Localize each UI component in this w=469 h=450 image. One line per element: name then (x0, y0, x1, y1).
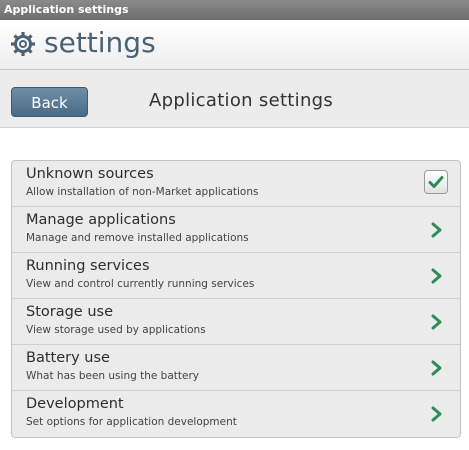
app-header: settings (0, 20, 469, 70)
setting-unknown-sources[interactable]: Unknown sources Allow installation of no… (12, 161, 460, 207)
unknown-sources-checkbox[interactable] (424, 170, 448, 194)
setting-storage-use[interactable]: Storage use View storage used by applica… (12, 299, 460, 345)
chevron-right-icon (431, 268, 442, 284)
setting-label: Running services (26, 258, 150, 274)
chevron-right-icon (431, 360, 442, 376)
checkmark-icon (428, 176, 444, 188)
setting-description: Set options for application development (26, 416, 237, 428)
setting-label: Storage use (26, 304, 114, 320)
setting-label: Manage applications (26, 212, 176, 228)
setting-description: View storage used by applications (26, 324, 206, 336)
setting-description: View and control currently running servi… (26, 278, 255, 290)
setting-description: Manage and remove installed applications (26, 232, 249, 244)
setting-description: Allow installation of non-Market applica… (26, 186, 259, 198)
setting-label: Unknown sources (26, 166, 154, 182)
chevron-right-icon (431, 222, 442, 238)
setting-running-services[interactable]: Running services View and control curren… (12, 253, 460, 299)
window-title: Application settings (0, 0, 469, 20)
back-button[interactable]: Back (11, 87, 88, 117)
setting-battery-use[interactable]: Battery use What has been using the batt… (12, 345, 460, 391)
setting-label: Battery use (26, 350, 110, 366)
gear-icon (11, 32, 35, 56)
app-title: settings (44, 26, 156, 59)
setting-label: Development (26, 396, 124, 412)
page-title: Application settings (149, 90, 334, 111)
setting-development[interactable]: Development Set options for application … (12, 391, 460, 437)
chevron-right-icon (431, 406, 442, 422)
chevron-right-icon (431, 314, 442, 330)
setting-manage-applications[interactable]: Manage applications Manage and remove in… (12, 207, 460, 253)
setting-description: What has been using the battery (26, 370, 199, 382)
navigation-bar: Back Application settings (0, 70, 469, 128)
settings-list: Unknown sources Allow installation of no… (11, 160, 461, 438)
